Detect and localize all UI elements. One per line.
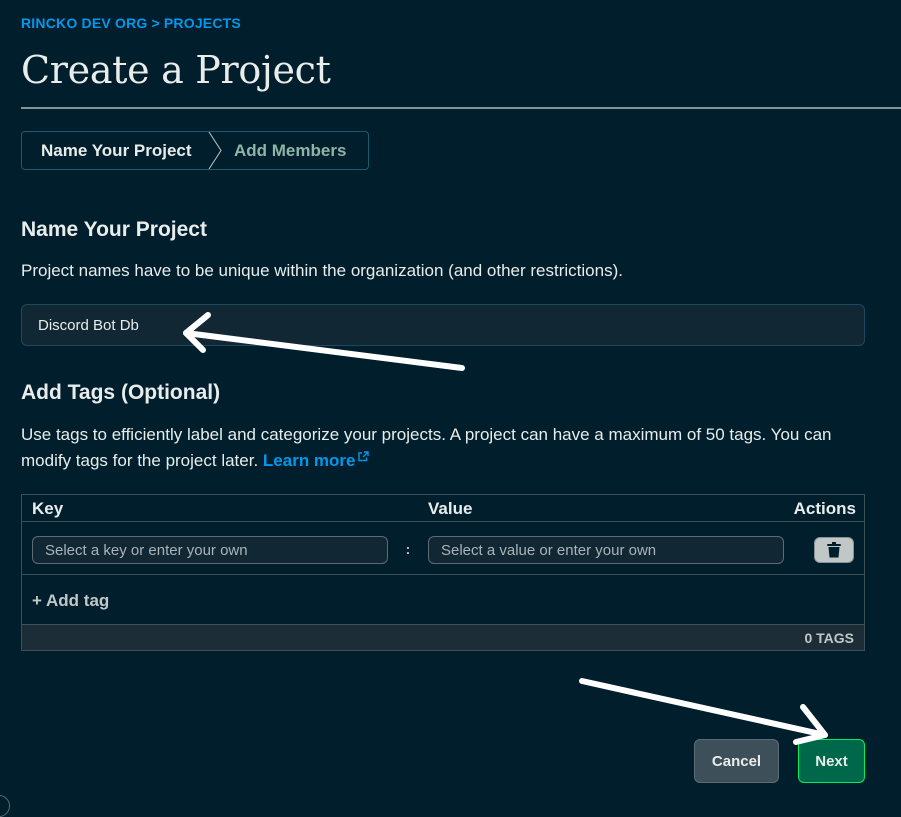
breadcrumb-separator: >: [151, 15, 160, 31]
tag-key-input[interactable]: [32, 536, 388, 564]
name-section-heading: Name Your Project: [21, 218, 207, 241]
tags-table-header: Key Value Actions: [22, 495, 864, 522]
project-name-input[interactable]: [21, 304, 865, 346]
step-add-members: Add Members: [234, 140, 347, 160]
learn-more-label: Learn more: [262, 451, 356, 470]
key-value-separator: :: [405, 541, 411, 557]
step-name-your-project: Name Your Project: [41, 140, 192, 160]
column-actions: Actions: [793, 499, 856, 518]
arrowhead-next-button: [793, 704, 828, 745]
column-key: Key: [32, 499, 64, 518]
title-divider: [21, 107, 901, 109]
page-title: Create a Project: [21, 48, 331, 92]
breadcrumb-projects[interactable]: PROJECTS: [164, 15, 241, 31]
step-chevron-icon: [208, 132, 222, 169]
external-link-icon: [357, 451, 369, 462]
add-tag-button[interactable]: + Add tag: [32, 591, 109, 611]
tags-section-heading: Add Tags (Optional): [21, 381, 221, 404]
breadcrumb-org[interactable]: RINCKO DEV ORG: [21, 15, 147, 31]
tags-count: 0 TAGS: [804, 629, 854, 646]
breadcrumb: RINCKO DEV ORG > PROJECTS: [21, 15, 241, 31]
arrow-to-next-button: [579, 678, 828, 738]
next-button[interactable]: Next: [798, 739, 865, 783]
wizard-stepper: Name Your Project Add Members: [21, 131, 369, 170]
name-section-description: Project names have to be unique within t…: [21, 261, 623, 280]
delete-tag-button[interactable]: [814, 537, 854, 563]
table-row: :: [22, 523, 864, 575]
trash-icon: [827, 542, 841, 558]
column-value: Value: [428, 499, 473, 518]
tags-description-text: Use tags to efficiently label and catego…: [21, 425, 832, 470]
cancel-button[interactable]: Cancel: [694, 739, 779, 783]
learn-more-link[interactable]: Learn more: [263, 451, 369, 470]
tags-section-description: Use tags to efficiently label and catego…: [21, 422, 871, 474]
annotation-arrows: [183, 312, 828, 745]
corner-avatar: [0, 795, 10, 817]
tag-value-input[interactable]: [428, 536, 784, 564]
tags-table: Key Value Actions : + Add tag 0 TAGS: [21, 494, 865, 651]
tags-count-footer: 0 TAGS: [22, 624, 864, 650]
